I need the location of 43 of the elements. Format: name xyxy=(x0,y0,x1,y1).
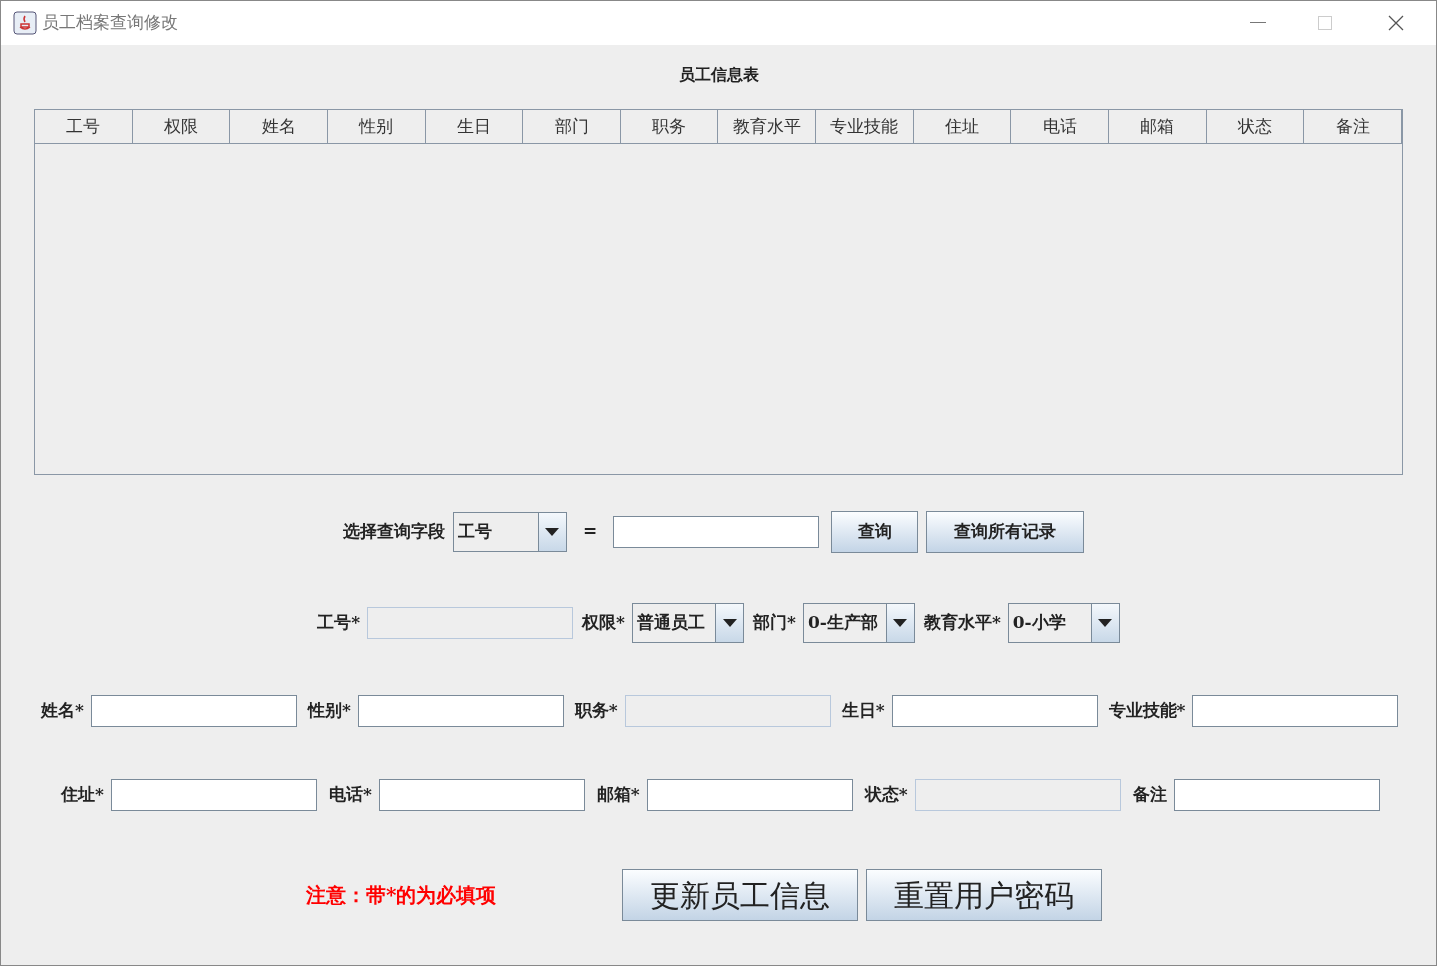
dropdown[interactable]: 0-生产部 xyxy=(802,603,915,643)
action-button[interactable]: 更新员工信息 xyxy=(622,869,859,921)
query-field-label: 选择查询字段 xyxy=(342,520,445,544)
app-icon xyxy=(13,11,37,35)
close-icon[interactable] xyxy=(1388,15,1404,31)
required-note: 注意：带*的为必填项 xyxy=(306,882,497,909)
minimize-icon[interactable] xyxy=(1250,22,1266,24)
field-label: 状态* xyxy=(864,783,908,807)
field-label: 职务* xyxy=(574,699,618,723)
field-label: 电话* xyxy=(328,783,372,807)
caret-icon xyxy=(893,619,908,627)
action-button[interactable]: 重置用户密码 xyxy=(866,869,1103,921)
text-field[interactable] xyxy=(646,779,853,811)
caret-icon xyxy=(722,619,737,627)
dropdown[interactable]: 0-小学 xyxy=(1007,603,1120,643)
text-field[interactable] xyxy=(110,779,317,811)
text-field[interactable] xyxy=(90,695,297,727)
field-label: 权限* xyxy=(582,611,625,635)
field-label: 姓名* xyxy=(41,699,84,723)
text-field[interactable] xyxy=(378,779,585,811)
text-field[interactable] xyxy=(357,695,564,727)
window-title: 员工档案查询修改 xyxy=(42,11,178,35)
equals-sign: = xyxy=(582,520,598,544)
field-label: 住址* xyxy=(61,783,104,807)
text-field[interactable] xyxy=(1173,779,1380,811)
caret-icon xyxy=(1098,619,1113,627)
dropdown[interactable]: 普通员工 xyxy=(632,603,744,643)
action-button[interactable]: 查询 xyxy=(831,511,919,553)
field-label: 备注 xyxy=(1132,783,1167,807)
field-label: 部门* xyxy=(753,611,796,635)
text-field[interactable] xyxy=(1192,695,1399,727)
query-input[interactable] xyxy=(613,516,820,548)
text-field[interactable] xyxy=(891,695,1098,727)
field-label: 性别* xyxy=(307,699,351,723)
table-title: 员工信息表 xyxy=(677,64,760,86)
dropdown[interactable]: 工号 xyxy=(452,512,567,552)
caret-icon xyxy=(545,528,560,536)
field-label: 邮箱* xyxy=(596,783,640,807)
field-label: 教育水平* xyxy=(923,611,1001,635)
action-button[interactable]: 查询所有记录 xyxy=(926,511,1085,553)
field-label: 专业技能* xyxy=(1108,699,1186,723)
field-label: 工号* xyxy=(317,611,361,635)
field-label: 生日* xyxy=(841,699,885,723)
